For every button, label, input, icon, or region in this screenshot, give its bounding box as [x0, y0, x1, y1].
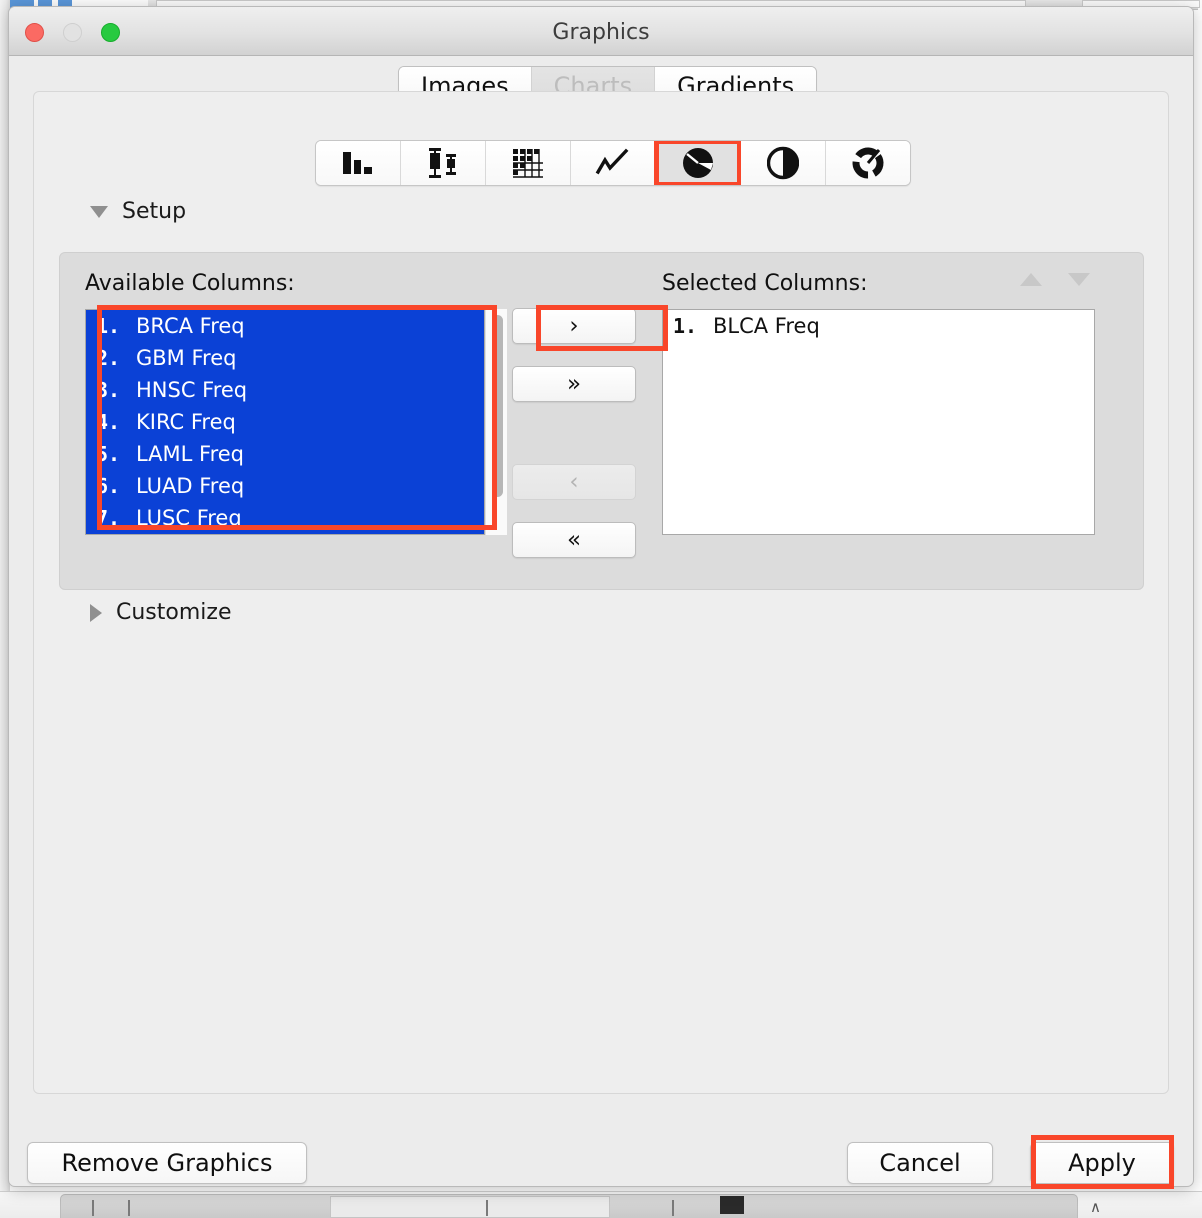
- list-item[interactable]: 3. HNSC Freq: [86, 374, 484, 406]
- box-plot-icon-button[interactable]: [401, 141, 486, 185]
- move-left-glyph: ‹: [569, 469, 579, 495]
- available-columns-label: Available Columns:: [85, 271, 295, 296]
- list-item-index: 4.: [96, 410, 121, 434]
- half-circle-chart-icon: [767, 146, 799, 180]
- selected-columns-label: Selected Columns:: [662, 271, 868, 296]
- move-right-glyph: ›: [569, 313, 579, 339]
- list-item-index: 5.: [96, 442, 121, 466]
- matrix-plot-icon-button[interactable]: [486, 141, 571, 185]
- remove-graphics-button[interactable]: Remove Graphics: [27, 1142, 307, 1184]
- donut-chart-icon-button[interactable]: [826, 141, 910, 185]
- disclosure-triangle-right-icon: [90, 603, 102, 622]
- list-item-label: BRCA Freq: [136, 314, 245, 338]
- available-list-scrollbar[interactable]: [485, 309, 507, 535]
- half-circle-chart-icon-button[interactable]: [741, 141, 826, 185]
- move-down-button[interactable]: [1068, 273, 1090, 286]
- background-tick: [128, 1200, 130, 1216]
- cancel-button[interactable]: Cancel: [847, 1142, 993, 1184]
- move-all-right-glyph: »: [566, 371, 582, 397]
- donut-chart-icon: [852, 147, 884, 179]
- move-left-button[interactable]: ‹: [512, 464, 636, 500]
- customize-section-label: Customize: [116, 600, 232, 625]
- list-item[interactable]: 7. LUSC Freq: [86, 502, 484, 534]
- move-all-right-button[interactable]: »: [512, 366, 636, 402]
- background-tick: [92, 1200, 94, 1216]
- move-up-button[interactable]: [1020, 273, 1042, 286]
- apply-button[interactable]: Apply: [1030, 1142, 1174, 1184]
- list-item[interactable]: 2. GBM Freq: [86, 342, 484, 374]
- list-item[interactable]: 1. BRCA Freq: [86, 310, 484, 342]
- list-item-index: 3.: [96, 378, 121, 402]
- pie-chart-icon: [683, 148, 713, 178]
- selected-columns-list[interactable]: 1. BLCA Freq: [662, 309, 1095, 535]
- charts-panel: Setup Available Columns: 1. BRCA Freq 2.…: [33, 91, 1169, 1094]
- matrix-plot-icon: [513, 149, 543, 178]
- background-bottom-swatch: [720, 1196, 744, 1214]
- move-all-left-button[interactable]: «: [512, 522, 636, 558]
- list-item-index: 6.: [96, 474, 121, 498]
- list-item-label: LAML Freq: [136, 442, 245, 466]
- setup-panel: Available Columns: 1. BRCA Freq 2. GBM F…: [59, 252, 1144, 590]
- list-item[interactable]: 1. BLCA Freq: [663, 310, 1094, 342]
- background-tick: [486, 1200, 488, 1216]
- background-bottom-field: [330, 1196, 610, 1218]
- move-right-button[interactable]: ›: [512, 308, 636, 344]
- window-title: Graphics: [552, 20, 650, 45]
- list-item-index: 1.: [673, 314, 698, 338]
- move-all-left-glyph: «: [566, 527, 582, 553]
- background-tick: [672, 1200, 674, 1216]
- bar-chart-icon: [343, 152, 372, 174]
- setup-section-header[interactable]: Setup: [90, 199, 186, 224]
- list-item-label: GBM Freq: [136, 346, 237, 370]
- list-item[interactable]: 6. LUAD Freq: [86, 470, 484, 502]
- disclosure-triangle-down-icon: [90, 205, 108, 218]
- customize-section-header[interactable]: Customize: [90, 600, 231, 625]
- list-item[interactable]: 5. LAML Freq: [86, 438, 484, 470]
- list-item-index: 1.: [96, 314, 121, 338]
- background-caret: ∧: [1090, 1199, 1101, 1216]
- list-item-label: LUAD Freq: [136, 474, 245, 498]
- list-item[interactable]: 4. KIRC Freq: [86, 406, 484, 438]
- graphics-dialog: Graphics Images Charts Gradients Setup A…: [8, 6, 1194, 1187]
- bar-chart-icon-button[interactable]: [316, 141, 401, 185]
- list-item-label: BLCA Freq: [713, 314, 820, 338]
- scrollbar-thumb[interactable]: [492, 315, 503, 497]
- line-chart-icon-button[interactable]: [571, 141, 656, 185]
- list-item-index: 7.: [96, 506, 121, 530]
- available-columns-list[interactable]: 1. BRCA Freq 2. GBM Freq 3. HNSC Freq 4.…: [85, 309, 485, 535]
- list-item-label: KIRC Freq: [136, 410, 236, 434]
- pie-chart-icon-button[interactable]: [654, 141, 742, 185]
- list-item-label: LUSC Freq: [136, 506, 242, 530]
- line-chart-icon: [595, 148, 629, 175]
- list-item-label: HNSC Freq: [136, 378, 248, 402]
- background-window-bottom: ∧: [0, 1191, 1202, 1218]
- setup-section-label: Setup: [122, 199, 187, 224]
- list-item[interactable]: 8. module: [86, 534, 484, 535]
- box-plot-icon: [429, 148, 456, 178]
- window-titlebar: Graphics: [9, 7, 1193, 56]
- screen: ∧ Graphics Images Charts Gradients Setup…: [0, 0, 1202, 1218]
- list-item-index: 2.: [96, 346, 121, 370]
- chart-type-toolbar[interactable]: [315, 140, 911, 186]
